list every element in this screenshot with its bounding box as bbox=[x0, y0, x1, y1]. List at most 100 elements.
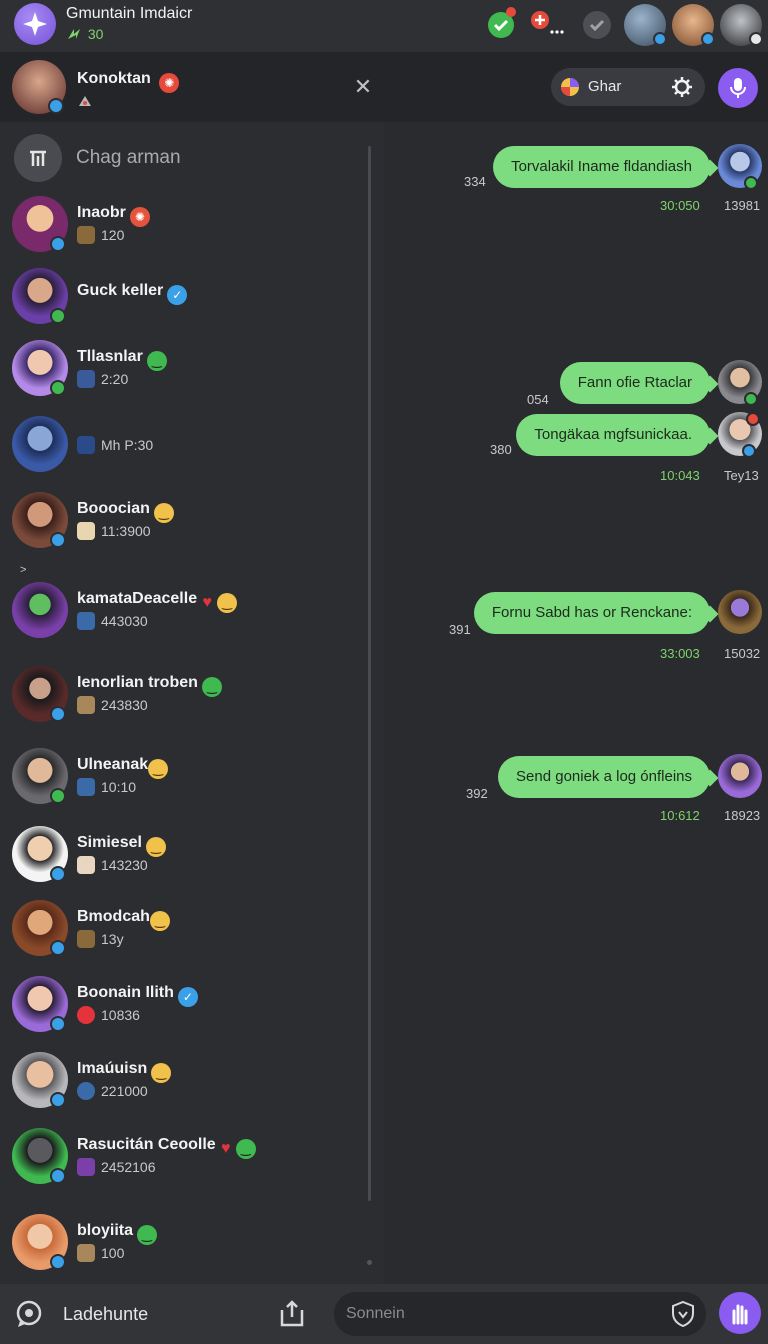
settings-gear-icon[interactable] bbox=[671, 76, 693, 98]
shield-icon[interactable] bbox=[670, 1300, 696, 1328]
game-icon bbox=[77, 226, 95, 244]
contact-meta: 120 bbox=[77, 226, 124, 244]
angry-emoji-icon: ✺ bbox=[159, 73, 180, 93]
top-bar: Gmuntain Imdaicr 30 bbox=[0, 0, 768, 52]
contact-item[interactable]: Booocian ‿ 11:3900 bbox=[12, 492, 352, 552]
contact-item[interactable]: Tllasnlar ‿ 2:20 bbox=[12, 340, 352, 400]
contact-item[interactable]: Ienorlian troben ‿ 243830 bbox=[12, 666, 352, 726]
verified-badge-icon bbox=[50, 532, 66, 548]
smile-emoji-icon: ‿ bbox=[148, 759, 169, 779]
contact-name: Bmodcah ‿ bbox=[77, 908, 170, 931]
contact-name: kamataDeacelle ♥ ‿ bbox=[77, 590, 238, 613]
contact-item[interactable]: Imaúuisn ‿ 221000 bbox=[12, 1052, 352, 1112]
message-stamp: 18923 bbox=[724, 808, 761, 823]
game-icon bbox=[77, 1006, 95, 1024]
contact-item[interactable]: Guck keller ✓ bbox=[12, 268, 352, 328]
dismiss-check-icon[interactable] bbox=[576, 4, 618, 46]
message-bubble[interactable]: Torvalakil Iname fldandiash bbox=[493, 146, 710, 188]
game-icon bbox=[77, 778, 95, 796]
game-icon bbox=[77, 930, 95, 948]
collapse-marker[interactable]: > bbox=[20, 564, 26, 576]
profile-avatar[interactable] bbox=[720, 4, 763, 46]
game-icon bbox=[77, 1082, 95, 1100]
app-logo-icon[interactable] bbox=[14, 3, 56, 45]
chat-panel: Torvalakil Iname fldandiash 334 30:050 1… bbox=[384, 122, 768, 1284]
verified-badge-icon bbox=[50, 1092, 66, 1108]
sender-avatar[interactable] bbox=[718, 590, 762, 634]
lightning-icon bbox=[66, 27, 84, 41]
contact-item[interactable]: bloyiita ‿ 100 bbox=[12, 1214, 352, 1274]
contact-item[interactable]: Ulneanak ‿ 10:10 bbox=[12, 748, 352, 808]
game-icon bbox=[77, 1244, 95, 1262]
contact-item[interactable]: Boonain Ilith ✓ 10836 bbox=[12, 976, 352, 1036]
header-name-text: Konoktan bbox=[77, 70, 151, 87]
send-button[interactable] bbox=[719, 1292, 761, 1334]
close-icon[interactable]: ✕ bbox=[352, 76, 374, 98]
online-badge-icon bbox=[744, 176, 758, 190]
smile-emoji-icon: ‿ bbox=[149, 911, 170, 931]
message-composer[interactable] bbox=[334, 1292, 706, 1336]
user-avatar[interactable] bbox=[672, 4, 715, 46]
contact-name: Guck keller ✓ bbox=[77, 282, 188, 305]
message-bubble[interactable]: Fornu Sabd has or Renckane: bbox=[473, 592, 710, 634]
bottom-label[interactable]: Ladehunte bbox=[63, 1304, 148, 1325]
verified-check-icon: ✓ bbox=[177, 987, 198, 1007]
contact-name: Inaobr ✺ bbox=[77, 204, 150, 227]
contact-meta: 2452106 bbox=[77, 1158, 156, 1176]
message: Tongäkaa mgfsunickaa. 380 10:043 Tey13 bbox=[384, 412, 768, 492]
message-bubble[interactable]: Fann ofie Rtaclar bbox=[559, 362, 710, 404]
globe-avatar[interactable] bbox=[624, 4, 667, 46]
contact-meta: 443030 bbox=[77, 612, 148, 630]
share-icon[interactable] bbox=[278, 1300, 306, 1328]
verified-badge-icon bbox=[50, 1016, 66, 1032]
contact-item[interactable]: kamataDeacelle ♥ ‿ 443030 bbox=[12, 582, 352, 642]
contact-meta: 2:20 bbox=[77, 370, 128, 388]
app-sub-value: 30 bbox=[87, 26, 104, 42]
contact-item[interactable]: Simiesel ‿ 143230 bbox=[12, 826, 352, 886]
message-time: 10:043 bbox=[660, 468, 700, 483]
header-avatar[interactable] bbox=[12, 60, 66, 114]
message-time: 33:003 bbox=[660, 646, 700, 661]
contact-item[interactable]: Rasucitán Ceoolle ♥ ‿ 2452106 bbox=[12, 1128, 352, 1188]
check-status-icon[interactable] bbox=[480, 4, 522, 46]
contact-name: bloyiita ‿ bbox=[77, 1222, 158, 1245]
add-more-icon[interactable] bbox=[528, 4, 570, 46]
message-stamp: Tey13 bbox=[724, 468, 759, 483]
contact-item[interactable]: Bmodcah ‿ 13y bbox=[12, 900, 352, 960]
contact-name: Rasucitán Ceoolle ♥ ‿ bbox=[77, 1136, 256, 1159]
online-badge-icon bbox=[50, 788, 66, 804]
header-name: Konoktan ✺ bbox=[77, 70, 180, 93]
contacts-sidebar: Chag arman > Inaobr ✺ 120 Guck keller ✓ Tl… bbox=[0, 122, 383, 1284]
game-icon bbox=[77, 1158, 95, 1176]
contact-item[interactable]: Mh P:30 bbox=[12, 416, 352, 476]
message-bubble[interactable]: Send goniek a log ónfleins bbox=[498, 756, 710, 798]
tag-icon bbox=[77, 94, 93, 108]
notification-dot bbox=[746, 412, 760, 426]
search-row[interactable]: Chag arman bbox=[14, 134, 354, 182]
bottom-bar: Ladehunte bbox=[0, 1284, 768, 1344]
chat-bubble-icon[interactable] bbox=[14, 1299, 44, 1329]
contact-meta: 10:10 bbox=[77, 778, 136, 796]
heart-icon: ♥ bbox=[220, 1140, 231, 1157]
sender-avatar[interactable] bbox=[718, 754, 762, 798]
game-icon bbox=[77, 856, 95, 874]
smile-emoji-icon: ‿ bbox=[153, 503, 174, 523]
sidebar-scrollbar[interactable] bbox=[368, 146, 371, 1201]
message-bubble[interactable]: Tongäkaa mgfsunickaa. bbox=[516, 414, 710, 456]
contact-name: Ienorlian troben ‿ bbox=[77, 674, 222, 697]
contact-item[interactable]: Inaobr ✺ 120 bbox=[12, 196, 352, 256]
smile-emoji-icon: ‿ bbox=[151, 1063, 172, 1083]
online-badge-icon bbox=[744, 392, 758, 406]
chat-filter-pill[interactable]: Ghar bbox=[551, 68, 705, 106]
message-number: 054 bbox=[527, 392, 549, 407]
game-icon bbox=[77, 436, 95, 454]
microphone-button[interactable] bbox=[718, 68, 758, 108]
verified-badge-icon bbox=[742, 444, 756, 458]
game-icon bbox=[77, 612, 95, 630]
filter-icon[interactable] bbox=[14, 134, 62, 182]
contact-avatar bbox=[12, 582, 68, 638]
search-placeholder[interactable]: Chag arman bbox=[76, 147, 181, 169]
heart-icon: ♥ bbox=[202, 594, 212, 611]
message-input[interactable] bbox=[346, 1302, 646, 1326]
verified-badge-icon bbox=[50, 1254, 66, 1270]
